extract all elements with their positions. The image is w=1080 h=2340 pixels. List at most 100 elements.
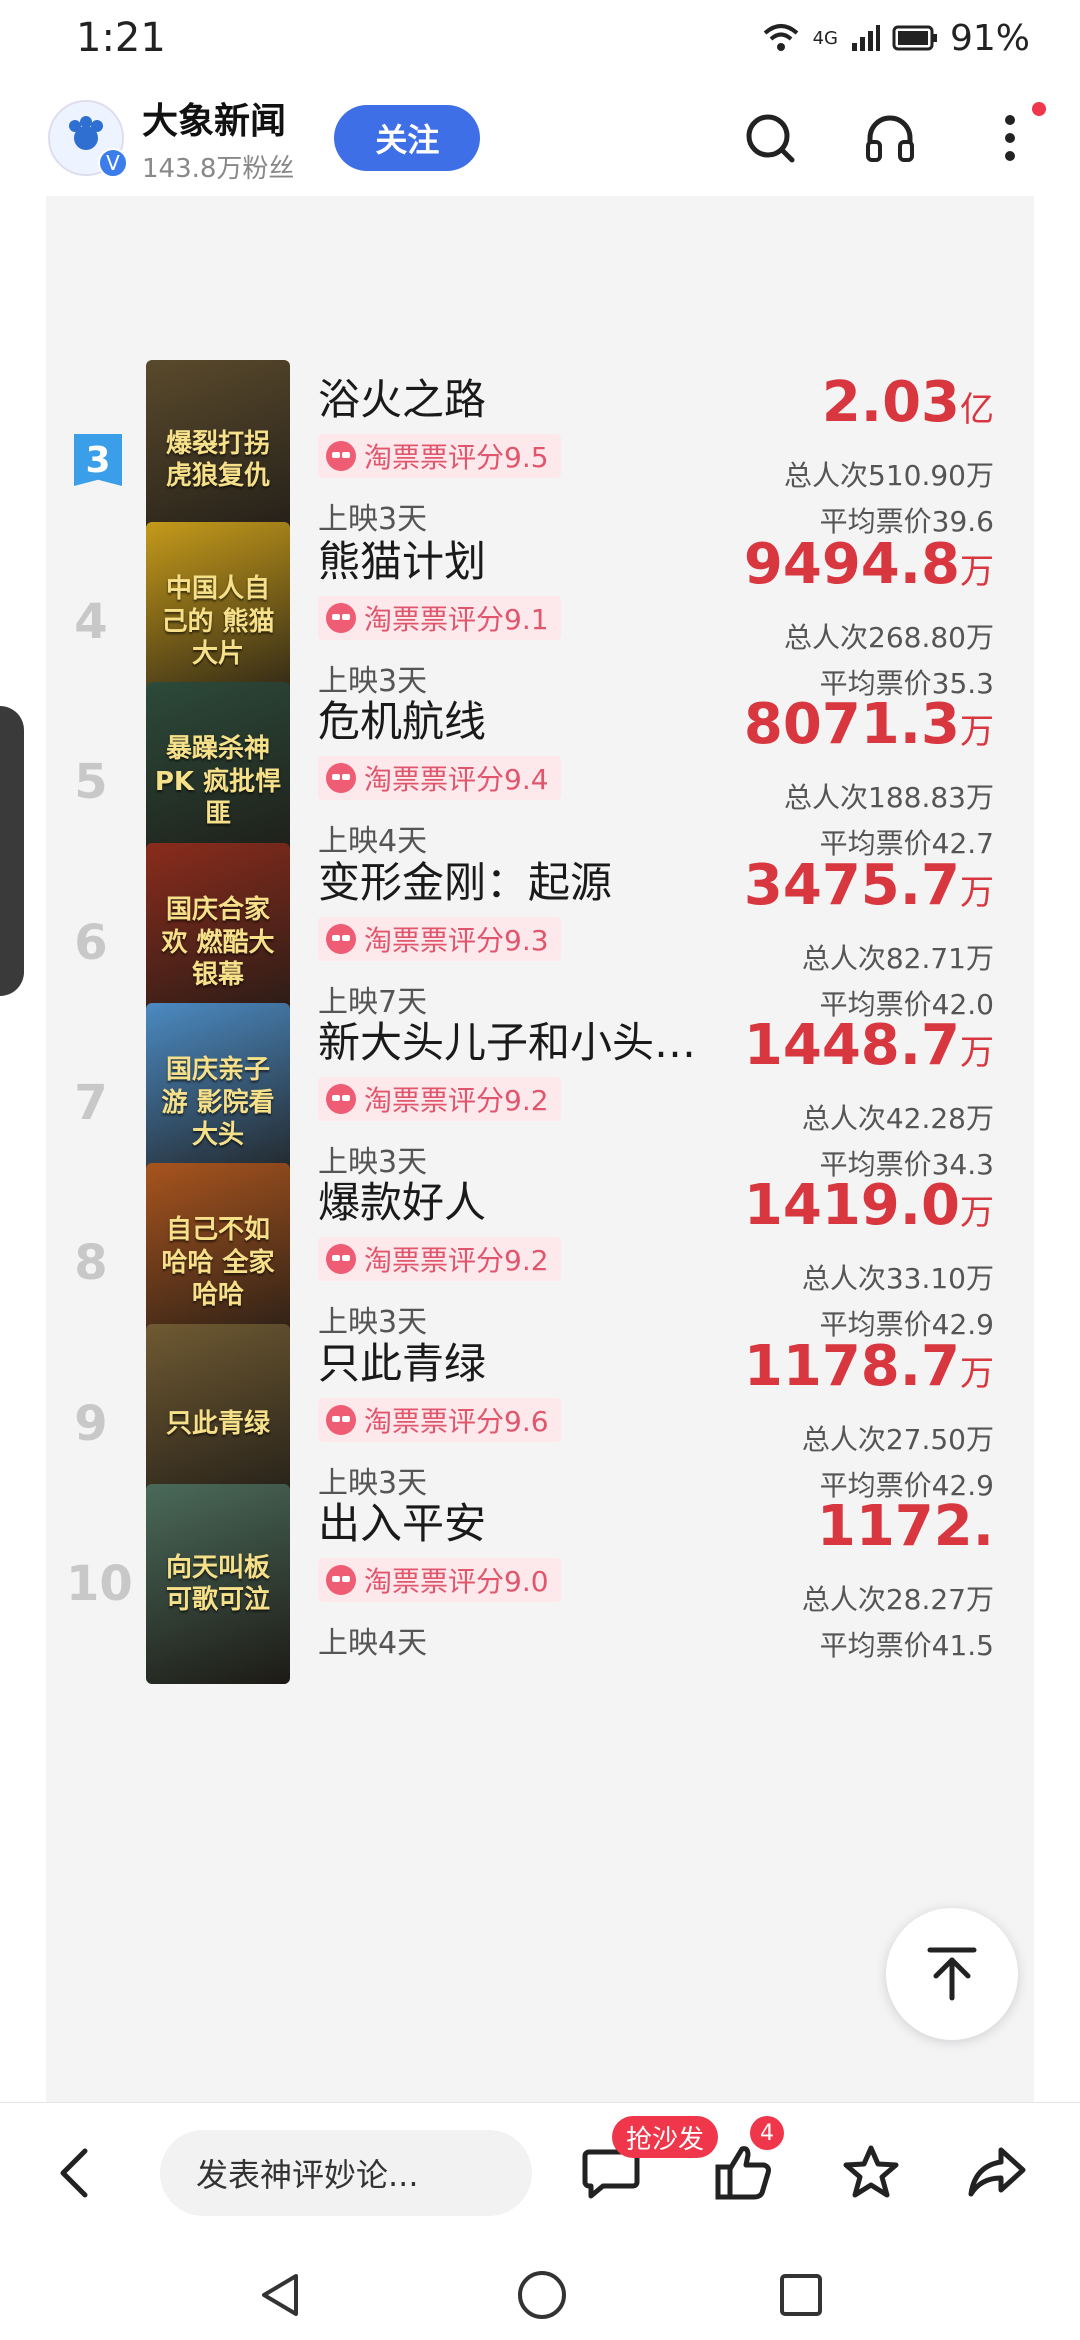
status-time: 1:21: [76, 15, 166, 61]
box-office-unit: 万: [960, 552, 994, 592]
rank-number: 8: [74, 1235, 108, 1291]
star-icon: [843, 2145, 899, 2198]
scroll-top-icon: [927, 1947, 977, 2001]
taopiaopiao-icon: [326, 763, 356, 793]
battery-icon: [892, 25, 937, 51]
box-office-value: 1172.: [816, 1494, 994, 1559]
taopiaopiao-icon: [326, 1244, 356, 1274]
box-office: 9494.8万: [744, 532, 994, 597]
rank-number: 6: [74, 915, 108, 971]
nav-recents-icon[interactable]: [778, 2272, 824, 2318]
poster-title: 自己不如哈哈 全家哈哈: [161, 1215, 275, 1311]
rank-number: 9: [74, 1396, 108, 1452]
nav-home-icon[interactable]: [516, 2269, 568, 2321]
share-icon: [968, 2147, 1026, 2197]
movie-title: 危机航线: [318, 697, 487, 746]
score-text: 淘票票评分9.5: [364, 441, 549, 474]
box-office-value: 3475.7: [743, 853, 960, 918]
movie-title: 新大头儿子和小头…: [318, 1018, 697, 1067]
score-tag: 淘票票评分9.0: [318, 1558, 561, 1602]
total-viewers: 总人次27.50万: [801, 1423, 994, 1456]
back-arrow-icon: [60, 2148, 88, 2197]
box-office-unit: 万: [960, 712, 994, 752]
box-office-value: 1419.0: [743, 1173, 960, 1238]
score-tag: 淘票票评分9.4: [318, 756, 561, 800]
score-tag: 淘票票评分9.2: [318, 1237, 561, 1281]
network-type: 4G: [812, 27, 838, 49]
box-office-value: 9494.8: [743, 532, 960, 597]
share-button[interactable]: [964, 2102, 1030, 2242]
box-office: 8071.3万: [744, 692, 994, 757]
taopiaopiao-icon: [326, 603, 356, 633]
headphones-icon[interactable]: [860, 108, 920, 168]
sofa-badge[interactable]: 抢沙发: [612, 2116, 719, 2158]
taopiaopiao-icon: [326, 1084, 356, 1114]
movie-title: 只此青绿: [318, 1339, 487, 1388]
comment-input[interactable]: 发表神评妙论...: [160, 2129, 532, 2216]
system-nav-bar: [0, 2250, 1080, 2340]
score-tag: 淘票票评分9.3: [318, 917, 561, 961]
box-office: 1178.7万: [744, 1334, 994, 1399]
score-text: 淘票票评分9.1: [364, 603, 549, 636]
movie-title: 出入平安: [318, 1499, 487, 1548]
scroll-top-button[interactable]: [886, 1908, 1018, 2040]
side-drawer-handle[interactable]: [0, 706, 24, 996]
battery-level: 91%: [949, 17, 1030, 59]
taopiaopiao-icon: [326, 441, 356, 471]
box-office-unit: 万: [960, 1354, 994, 1394]
box-office-value: 8071.3: [743, 692, 960, 757]
release-days: 上映4天: [318, 1626, 428, 1661]
favorite-button[interactable]: [838, 2102, 904, 2242]
wifi-icon: [763, 24, 798, 51]
score-text: 淘票票评分9.2: [364, 1244, 549, 1277]
thumbs-up-icon: [715, 2146, 771, 2200]
publisher-fans: 143.8万粉丝: [142, 153, 295, 184]
publisher-info[interactable]: 大象新闻 143.8万粉丝: [142, 92, 294, 185]
total-viewers: 总人次33.10万: [801, 1262, 994, 1295]
poster-title: 暴躁杀神 PK 疯批悍匪: [154, 734, 282, 830]
box-office: 1172.: [817, 1494, 994, 1559]
taopiaopiao-icon: [326, 924, 356, 954]
total-viewers: 总人次268.80万: [784, 621, 994, 654]
status-bar: 1:21 4G 91%: [0, 0, 1080, 76]
total-viewers: 总人次188.83万: [784, 781, 994, 814]
taopiaopiao-icon: [326, 1405, 356, 1435]
box-office: 1448.7万: [744, 1013, 994, 1078]
publisher-name: 大象新闻: [142, 100, 287, 142]
poster-title: 只此青绿: [165, 1408, 270, 1439]
score-text: 淘票票评分9.6: [364, 1405, 549, 1438]
rank-badge: 3: [74, 434, 122, 486]
movie-poster: 向天叫板 可歌可泣: [146, 1484, 290, 1684]
poster-title: 中国人自己的 熊猫大片: [161, 574, 275, 670]
movie-title: 爆款好人: [318, 1178, 487, 1227]
score-tag: 淘票票评分9.6: [318, 1398, 561, 1442]
notification-dot: [1032, 102, 1046, 116]
box-office-value: 2.03: [821, 370, 960, 435]
box-office: 2.03亿: [822, 370, 994, 435]
nav-back-icon[interactable]: [256, 2270, 306, 2320]
poster-title: 爆裂打拐 虎狼复仇: [165, 428, 270, 492]
rank-number: 5: [74, 754, 108, 810]
verified-badge-icon: V: [98, 148, 128, 178]
header-actions: [740, 102, 1046, 168]
total-viewers: 总人次42.28万: [801, 1102, 994, 1135]
score-tag: 淘票票评分9.5: [318, 434, 561, 478]
search-icon[interactable]: [740, 108, 800, 168]
article-header: V 大象新闻 143.8万粉丝 关注: [0, 82, 1080, 194]
like-count-badge: 4: [750, 2116, 784, 2150]
more-vertical-icon[interactable]: [980, 102, 1046, 168]
bottom-action-bar: 发表神评妙论...: [0, 2102, 1080, 2242]
taopiaopiao-icon: [326, 1565, 356, 1595]
average-price: 平均票价41.5: [819, 1629, 994, 1662]
score-text: 淘票票评分9.2: [364, 1084, 549, 1117]
rank-number: 4: [74, 594, 108, 650]
score-tag: 淘票票评分9.2: [318, 1077, 561, 1121]
follow-button[interactable]: 关注: [334, 105, 481, 171]
box-office-unit: 亿: [960, 390, 994, 430]
rank-number: 10: [66, 1556, 133, 1612]
signal-icon: [851, 25, 880, 51]
rank-number: 7: [74, 1075, 108, 1131]
back-button[interactable]: [30, 2128, 120, 2218]
avatar[interactable]: V: [48, 100, 128, 178]
box-office: 3475.7万: [744, 853, 994, 918]
